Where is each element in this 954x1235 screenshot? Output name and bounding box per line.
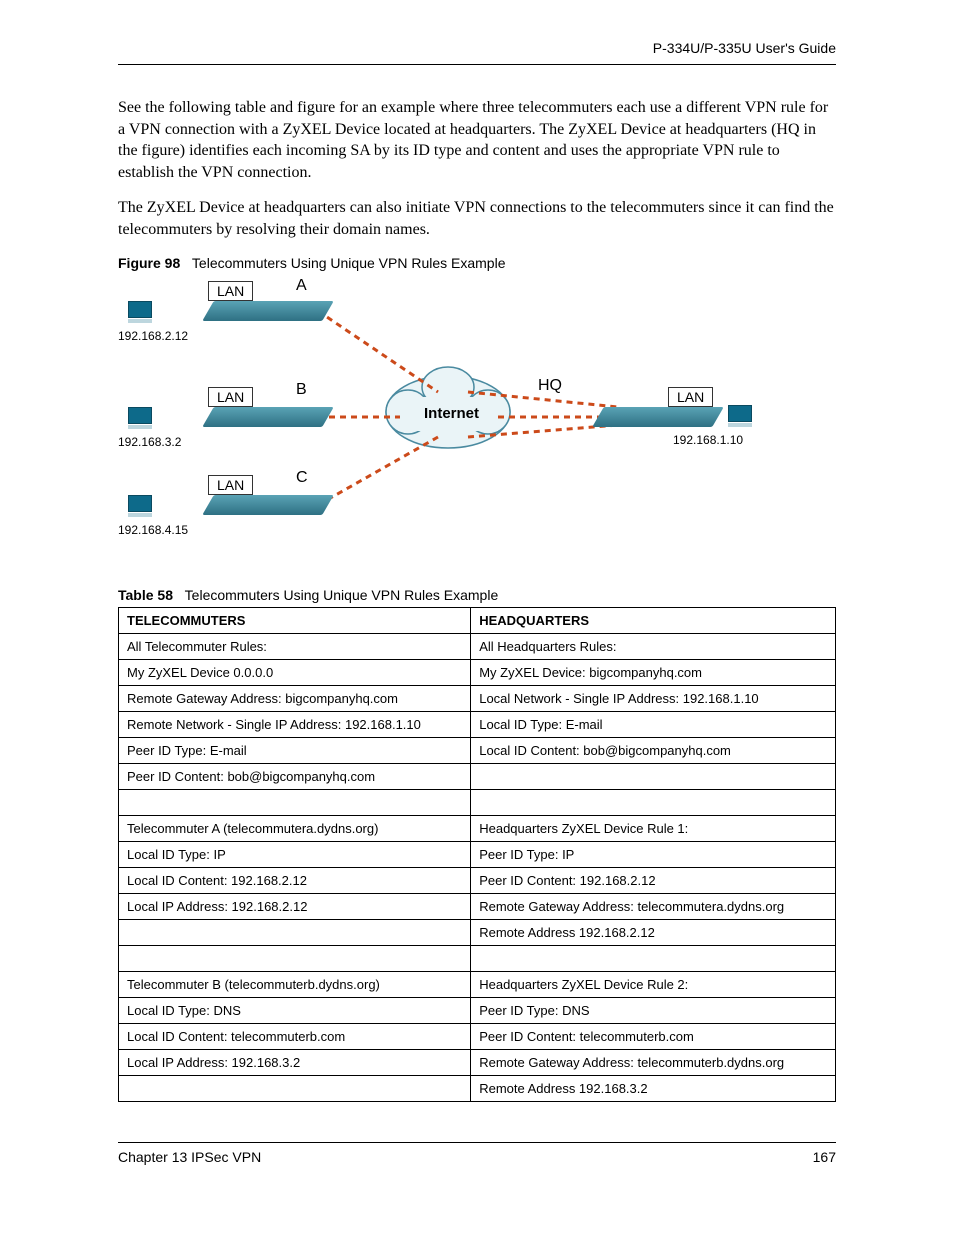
table-cell: Peer ID Type: IP: [471, 841, 836, 867]
body-paragraph-2: The ZyXEL Device at headquarters can als…: [118, 197, 836, 240]
table-cell: [119, 945, 471, 971]
lan-label-b: LAN: [208, 387, 253, 407]
table-header-telecommuters: TELECOMMUTERS: [119, 607, 471, 633]
lan-label-a: LAN: [208, 281, 253, 301]
node-b-label: B: [296, 381, 307, 399]
ip-b: 192.168.3.2: [118, 435, 181, 449]
table-row: Local ID Content: 192.168.2.12Peer ID Co…: [119, 867, 836, 893]
internet-label: Internet: [424, 405, 479, 422]
table-cell: [119, 789, 471, 815]
table-cell: My ZyXEL Device 0.0.0.0: [119, 659, 471, 685]
ip-a: 192.168.2.12: [118, 329, 188, 343]
table-row: Local IP Address: 192.168.2.12Remote Gat…: [119, 893, 836, 919]
table-cell: [471, 789, 836, 815]
header-rule: [118, 64, 836, 65]
footer-page: 167: [813, 1149, 836, 1165]
table-row: My ZyXEL Device 0.0.0.0My ZyXEL Device: …: [119, 659, 836, 685]
table-row: Remote Network - Single IP Address: 192.…: [119, 711, 836, 737]
table-caption: Table 58 Telecommuters Using Unique VPN …: [118, 587, 836, 603]
table-cell: Local Network - Single IP Address: 192.1…: [471, 685, 836, 711]
figure-label: Figure 98: [118, 255, 180, 271]
table-row: Remote Address 192.168.2.12: [119, 919, 836, 945]
table-cell: Remote Address 192.168.3.2: [471, 1075, 836, 1101]
table-row: Remote Gateway Address: bigcompanyhq.com…: [119, 685, 836, 711]
table-header-headquarters: HEADQUARTERS: [471, 607, 836, 633]
node-hq-label: HQ: [538, 377, 562, 395]
table-row: Remote Address 192.168.3.2: [119, 1075, 836, 1101]
node-c-label: C: [296, 469, 308, 487]
table-cell: Telecommuter A (telecommutera.dydns.org): [119, 815, 471, 841]
header-guide-title: P-334U/P-335U User's Guide: [118, 40, 836, 64]
lan-label-c: LAN: [208, 475, 253, 495]
table-row: Local ID Type: IPPeer ID Type: IP: [119, 841, 836, 867]
table-cell: [471, 763, 836, 789]
table-row: All Telecommuter Rules:All Headquarters …: [119, 633, 836, 659]
table-cell: Peer ID Type: DNS: [471, 997, 836, 1023]
lan-label-hq: LAN: [668, 387, 713, 407]
table-cell: Headquarters ZyXEL Device Rule 2:: [471, 971, 836, 997]
table-cell: Peer ID Content: bob@bigcompanyhq.com: [119, 763, 471, 789]
ip-hq: 192.168.1.10: [673, 433, 743, 447]
router-a-icon: [202, 301, 334, 321]
table-cell: My ZyXEL Device: bigcompanyhq.com: [471, 659, 836, 685]
ip-c: 192.168.4.15: [118, 523, 188, 537]
router-b-icon: [202, 407, 334, 427]
pc-hq-icon: [728, 405, 752, 427]
table-cell: Peer ID Content: 192.168.2.12: [471, 867, 836, 893]
table-label: Table 58: [118, 587, 173, 603]
body-paragraph-1: See the following table and figure for a…: [118, 97, 836, 183]
table-cell: [119, 919, 471, 945]
pc-c-icon: [128, 495, 152, 517]
table-row: [119, 945, 836, 971]
table-row: Local ID Content: telecommuterb.comPeer …: [119, 1023, 836, 1049]
table-cell: All Headquarters Rules:: [471, 633, 836, 659]
pc-a-icon: [128, 301, 152, 323]
figure-title: Telecommuters Using Unique VPN Rules Exa…: [192, 255, 506, 271]
table-cell: Remote Gateway Address: bigcompanyhq.com: [119, 685, 471, 711]
table-cell: Peer ID Content: telecommuterb.com: [471, 1023, 836, 1049]
table-cell: Local IP Address: 192.168.2.12: [119, 893, 471, 919]
table-cell: Headquarters ZyXEL Device Rule 1:: [471, 815, 836, 841]
table-cell: Local ID Content: 192.168.2.12: [119, 867, 471, 893]
table-row: Local ID Type: DNSPeer ID Type: DNS: [119, 997, 836, 1023]
router-hq-icon: [592, 407, 724, 427]
table-cell: Local ID Type: E-mail: [471, 711, 836, 737]
table-cell: Local IP Address: 192.168.3.2: [119, 1049, 471, 1075]
table-row: [119, 789, 836, 815]
table-row: Local IP Address: 192.168.3.2Remote Gate…: [119, 1049, 836, 1075]
table-cell: Remote Gateway Address: telecommuterb.dy…: [471, 1049, 836, 1075]
table-cell: [119, 1075, 471, 1101]
table-cell: [471, 945, 836, 971]
node-a-label: A: [296, 277, 307, 295]
router-c-icon: [202, 495, 334, 515]
pc-b-icon: [128, 407, 152, 429]
table-cell: All Telecommuter Rules:: [119, 633, 471, 659]
table-cell: Remote Gateway Address: telecommutera.dy…: [471, 893, 836, 919]
table-cell: Local ID Content: telecommuterb.com: [119, 1023, 471, 1049]
table-cell: Remote Address 192.168.2.12: [471, 919, 836, 945]
footer-chapter: Chapter 13 IPSec VPN: [118, 1149, 261, 1165]
footer-rule: [118, 1142, 836, 1143]
table-cell: Telecommuter B (telecommuterb.dydns.org): [119, 971, 471, 997]
table-row: Telecommuter B (telecommuterb.dydns.org)…: [119, 971, 836, 997]
table-cell: Local ID Type: DNS: [119, 997, 471, 1023]
table-cell: Local ID Type: IP: [119, 841, 471, 867]
table-row: Telecommuter A (telecommutera.dydns.org)…: [119, 815, 836, 841]
table-title: Telecommuters Using Unique VPN Rules Exa…: [185, 587, 499, 603]
vpn-rules-table: TELECOMMUTERS HEADQUARTERS All Telecommu…: [118, 607, 836, 1102]
figure-caption: Figure 98 Telecommuters Using Unique VPN…: [118, 255, 836, 271]
table-row: Peer ID Type: E-mailLocal ID Content: bo…: [119, 737, 836, 763]
table-cell: Local ID Content: bob@bigcompanyhq.com: [471, 737, 836, 763]
network-diagram: LAN A 192.168.2.12 LAN B 192.168.3.2 LAN…: [118, 277, 758, 557]
table-cell: Peer ID Type: E-mail: [119, 737, 471, 763]
table-row: Peer ID Content: bob@bigcompanyhq.com: [119, 763, 836, 789]
table-cell: Remote Network - Single IP Address: 192.…: [119, 711, 471, 737]
